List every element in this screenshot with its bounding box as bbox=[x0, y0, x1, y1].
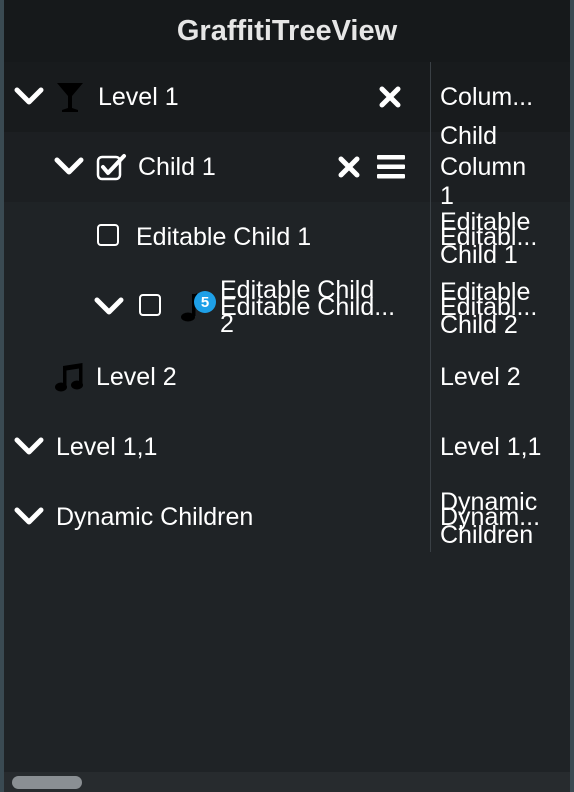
notification-badge: 5 bbox=[194, 291, 216, 313]
tree-row-dynamic-children[interactable]: Dynamic Children Dynamic Dynam... Childr… bbox=[4, 482, 570, 552]
horizontal-scrollbar[interactable] bbox=[4, 772, 570, 792]
tree-row-label: Child 1 bbox=[138, 152, 216, 181]
column-cell: Level 2 bbox=[440, 362, 521, 391]
chevron-down-icon[interactable] bbox=[14, 435, 44, 457]
music-note-icon bbox=[55, 363, 83, 392]
tree-row-editable-child-1[interactable]: Editable Child 1 Editable Editabl... Chi… bbox=[4, 202, 570, 272]
window-title: GraffitiTreeView bbox=[4, 0, 570, 62]
checkbox-checked-icon[interactable] bbox=[96, 153, 128, 181]
tree-row-label: Editable Child 1 bbox=[136, 222, 312, 251]
close-icon[interactable] bbox=[337, 155, 361, 179]
tree-row-label: Level 1,1 bbox=[56, 432, 158, 461]
column-divider[interactable] bbox=[430, 62, 431, 552]
chevron-down-icon[interactable] bbox=[14, 505, 44, 527]
column-cell-overflow-bottom: Children bbox=[440, 521, 534, 549]
tree-row-child-1[interactable]: Child 1 Child Column 1 bbox=[4, 124, 570, 209]
chevron-down-icon[interactable] bbox=[14, 85, 44, 107]
chevron-down-icon[interactable] bbox=[94, 295, 124, 317]
background-edge-right bbox=[570, 0, 574, 792]
chevron-down-icon[interactable] bbox=[54, 155, 84, 177]
scrollbar-thumb[interactable] bbox=[12, 776, 82, 789]
column-cell: Level 1,1 bbox=[440, 432, 542, 461]
tree-row-label: Level 2 bbox=[96, 362, 177, 391]
cocktail-icon bbox=[57, 83, 83, 112]
tree-row-label-overflow-bottom: 2 bbox=[220, 310, 234, 338]
menu-icon[interactable] bbox=[376, 154, 406, 180]
checkbox-icon[interactable] bbox=[97, 224, 119, 246]
tree-row-editable-child-2[interactable]: 5 Editable Child Editable Child... 2 Edi… bbox=[4, 272, 570, 342]
tree-view-window: GraffitiTreeView Level 1 Colum... Child … bbox=[4, 0, 570, 792]
close-icon[interactable] bbox=[378, 85, 402, 109]
tree-row-level-2[interactable]: Level 2 Level 2 bbox=[4, 342, 570, 412]
column-cell-overflow-bottom: Child 2 bbox=[440, 311, 518, 339]
tree-row-label: Level 1 bbox=[98, 82, 179, 111]
tree-row-level-1-1[interactable]: Level 1,1 Level 1,1 bbox=[4, 412, 570, 482]
tree-row-label: Dynamic Children bbox=[56, 502, 254, 531]
column-cell-overflow-bottom: Child 1 bbox=[440, 241, 518, 269]
checkbox-icon[interactable] bbox=[139, 294, 161, 316]
